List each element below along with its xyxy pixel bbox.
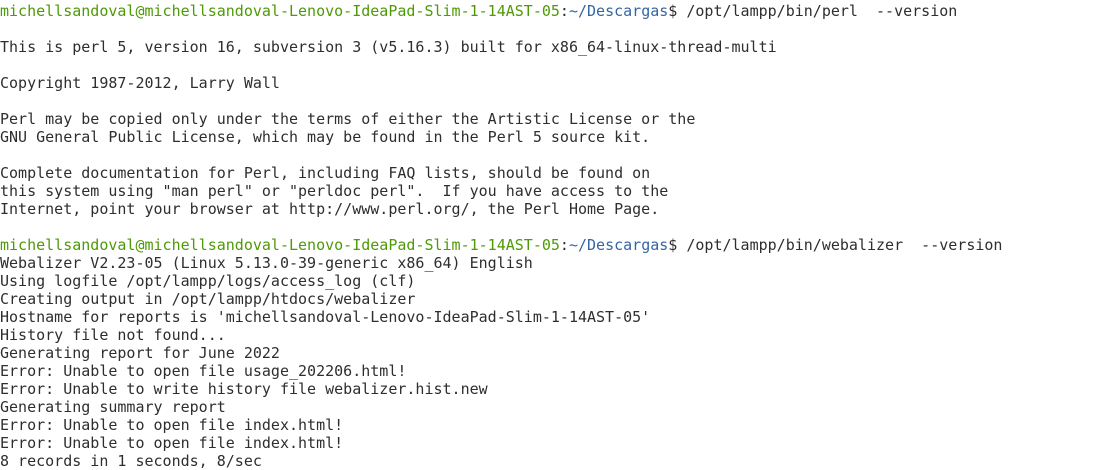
output-line: History file not found... bbox=[0, 326, 226, 344]
prompt-path: ~/Descargas bbox=[568, 236, 669, 254]
prompt-dollar: $ bbox=[668, 236, 687, 254]
output-line: Webalizer V2.23-05 (Linux 5.13.0-39-gene… bbox=[0, 254, 533, 272]
terminal-window[interactable]: michellsandoval@michellsandoval-Lenovo-I… bbox=[0, 0, 1107, 470]
output-line: Hostname for reports is 'michellsandoval… bbox=[0, 308, 651, 326]
output-line: Copyright 1987-2012, Larry Wall bbox=[0, 74, 280, 92]
prompt-colon: : bbox=[559, 2, 569, 20]
prompt-path: ~/Descargas bbox=[568, 2, 669, 20]
prompt-user-host: michellsandoval@michellsandoval-Lenovo-I… bbox=[0, 236, 560, 254]
output-line: Creating output in /opt/lampp/htdocs/web… bbox=[0, 290, 416, 308]
output-line: Perl may be copied only under the terms … bbox=[0, 110, 696, 128]
output-line: Generating summary report bbox=[0, 398, 226, 416]
output-line: This is perl 5, version 16, subversion 3… bbox=[0, 38, 777, 56]
prompt-line-perl: michellsandoval@michellsandoval-Lenovo-I… bbox=[0, 2, 1107, 20]
prompt-line-webalizer: michellsandoval@michellsandoval-Lenovo-I… bbox=[0, 236, 1107, 254]
output-line: Internet, point your browser at http://w… bbox=[0, 200, 660, 218]
output-line: Generating report for June 2022 bbox=[0, 344, 280, 362]
output-line: Error: Unable to open file index.html! bbox=[0, 416, 344, 434]
command-text: /opt/lampp/bin/perl --version bbox=[686, 2, 958, 20]
output-line: GNU General Public License, which may be… bbox=[0, 128, 651, 146]
output-line: Complete documentation for Perl, includi… bbox=[0, 164, 651, 182]
output-line: Error: Unable to write history file weba… bbox=[0, 380, 488, 398]
command-text: /opt/lampp/bin/webalizer --version bbox=[686, 236, 1003, 254]
output-line: this system using "man perl" or "perldoc… bbox=[0, 182, 669, 200]
output-line: 8 records in 1 seconds, 8/sec bbox=[0, 452, 262, 470]
output-line: Using logfile /opt/lampp/logs/access_log… bbox=[0, 272, 416, 290]
output-line: Error: Unable to open file usage_202206.… bbox=[0, 362, 407, 380]
output-line: Error: Unable to open file index.html! bbox=[0, 434, 344, 452]
prompt-user-host: michellsandoval@michellsandoval-Lenovo-I… bbox=[0, 2, 560, 20]
prompt-dollar: $ bbox=[668, 2, 687, 20]
prompt-colon: : bbox=[559, 236, 569, 254]
